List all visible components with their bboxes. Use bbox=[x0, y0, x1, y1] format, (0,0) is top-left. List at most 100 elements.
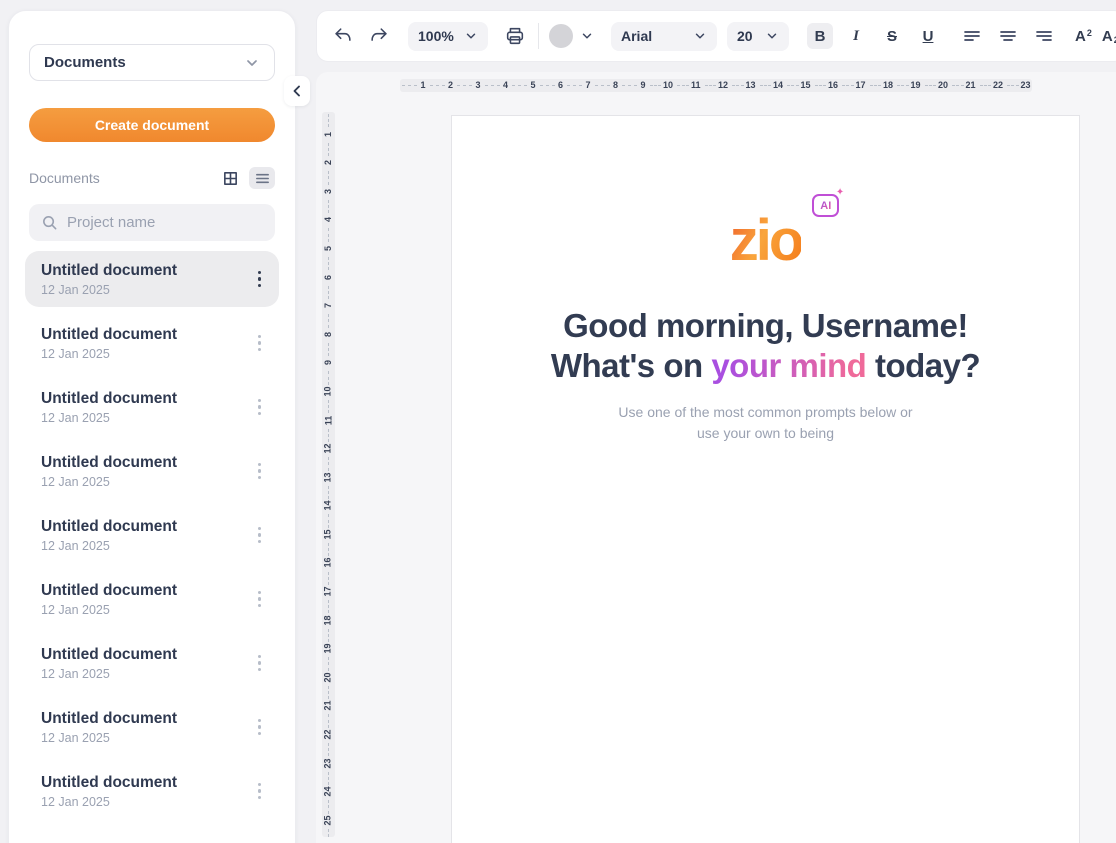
list-view-icon[interactable] bbox=[249, 167, 275, 189]
italic-button[interactable]: I bbox=[843, 23, 869, 49]
toolbar-divider bbox=[538, 23, 539, 49]
document-list-item[interactable]: Untitled document 12 Jan 2025 bbox=[25, 443, 279, 499]
ruler-cell: 23 bbox=[1005, 79, 1032, 92]
document-list-item[interactable]: Untitled document 12 Jan 2025 bbox=[25, 571, 279, 627]
document-list-item[interactable]: Untitled document 12 Jan 2025 bbox=[25, 699, 279, 755]
greeting-heading: Good morning, Username! What's on your m… bbox=[452, 306, 1079, 387]
search-icon bbox=[41, 214, 58, 231]
font-family-value: Arial bbox=[621, 28, 652, 44]
editor-canvas: 1234567891011121314151617181920212223 12… bbox=[316, 72, 1116, 843]
text-color-swatch[interactable] bbox=[549, 24, 573, 48]
document-title: Untitled document bbox=[41, 261, 177, 280]
ruler-cell: 23 bbox=[322, 741, 335, 770]
sparkle-icon: ✦ bbox=[836, 187, 844, 198]
kebab-menu-icon[interactable] bbox=[254, 459, 266, 484]
ruler-cell: 18 bbox=[322, 598, 335, 627]
greeting-subtitle: Use one of the most common prompts below… bbox=[452, 402, 1079, 444]
ruler-cell: 16 bbox=[322, 541, 335, 570]
zio-logo: zio AI ✦ bbox=[730, 212, 802, 270]
ruler-cell: 22 bbox=[978, 79, 1006, 92]
color-chevron-down-icon[interactable] bbox=[579, 23, 595, 49]
kebab-menu-icon[interactable] bbox=[254, 587, 266, 612]
ruler-cell: 1 bbox=[400, 79, 428, 92]
zio-logo-text: zio bbox=[730, 208, 802, 273]
zoom-value: 100% bbox=[418, 28, 454, 44]
subtitle-line2: use your own to being bbox=[452, 423, 1079, 444]
kebab-menu-icon[interactable] bbox=[254, 267, 266, 292]
view-toggles bbox=[217, 167, 275, 189]
strikethrough-button[interactable]: S bbox=[879, 23, 905, 49]
underline-button[interactable]: U bbox=[915, 23, 941, 49]
superscript-base: A bbox=[1075, 28, 1086, 45]
ruler-cell: 5 bbox=[510, 79, 538, 92]
document-list-item[interactable]: Untitled document 12 Jan 2025 bbox=[25, 315, 279, 371]
document-date: 12 Jan 2025 bbox=[41, 475, 177, 489]
kebab-menu-icon[interactable] bbox=[254, 331, 266, 356]
ruler-cell: 7 bbox=[565, 79, 593, 92]
print-icon[interactable] bbox=[502, 23, 528, 49]
document-title: Untitled document bbox=[41, 581, 177, 600]
grid-view-icon[interactable] bbox=[217, 167, 243, 189]
font-family-dropdown[interactable]: Arial bbox=[611, 22, 717, 51]
workspace-dropdown[interactable]: Documents bbox=[29, 44, 275, 81]
kebab-menu-icon[interactable] bbox=[254, 523, 266, 548]
kebab-menu-icon[interactable] bbox=[254, 715, 266, 740]
sidebar-collapse-button[interactable] bbox=[284, 76, 310, 106]
ruler-cell: 20 bbox=[923, 79, 951, 92]
subtitle-line1: Use one of the most common prompts below… bbox=[452, 402, 1079, 423]
align-center-icon[interactable] bbox=[995, 23, 1021, 49]
subscript-button[interactable]: A2 bbox=[1102, 28, 1116, 45]
ruler-cell: 21 bbox=[950, 79, 978, 92]
vertical-ruler: 1234567891011121314151617181920212223242… bbox=[322, 112, 335, 837]
greeting-line2-highlight: your mind bbox=[711, 347, 866, 384]
kebab-menu-icon[interactable] bbox=[254, 779, 266, 804]
document-list-item[interactable]: Untitled document 12 Jan 2025 bbox=[25, 507, 279, 563]
workspace-dropdown-label: Documents bbox=[44, 54, 126, 71]
document-list-item[interactable]: Untitled document 12 Jan 2025 bbox=[25, 251, 279, 307]
greeting-line2: What's on your mind today? bbox=[452, 346, 1079, 386]
chevron-down-icon bbox=[244, 55, 260, 71]
ruler-cell: 9 bbox=[322, 341, 335, 370]
ruler-cell: 13 bbox=[322, 455, 335, 484]
ruler-cell: 4 bbox=[322, 198, 335, 227]
document-list-item[interactable]: Untitled document 12 Jan 2025 bbox=[25, 635, 279, 691]
create-document-button[interactable]: Create document bbox=[29, 108, 275, 142]
document-list-item[interactable]: Untitled document 12 Jan 2025 bbox=[25, 379, 279, 435]
zoom-dropdown[interactable]: 100% bbox=[408, 22, 488, 51]
document-item-text: Untitled document 12 Jan 2025 bbox=[41, 261, 177, 297]
superscript-digit: 2 bbox=[1087, 28, 1092, 38]
ruler-cell: 7 bbox=[322, 284, 335, 313]
ruler-cell: 10 bbox=[648, 79, 676, 92]
ruler-cell: 15 bbox=[322, 512, 335, 541]
document-date: 12 Jan 2025 bbox=[41, 795, 177, 809]
document-date: 12 Jan 2025 bbox=[41, 283, 177, 297]
undo-icon[interactable] bbox=[330, 23, 356, 49]
kebab-menu-icon[interactable] bbox=[254, 395, 266, 420]
sidebar: Documents Create document Documents Unti… bbox=[8, 10, 296, 843]
ruler-cell: 15 bbox=[785, 79, 813, 92]
ruler-cell: 24 bbox=[322, 770, 335, 799]
document-list-item[interactable]: Untitled document 12 Jan 2025 bbox=[25, 763, 279, 819]
document-title: Untitled document bbox=[41, 645, 177, 664]
horizontal-ruler: 1234567891011121314151617181920212223 bbox=[400, 79, 1032, 92]
document-date: 12 Jan 2025 bbox=[41, 731, 177, 745]
align-right-icon[interactable] bbox=[1031, 23, 1057, 49]
font-size-value: 20 bbox=[737, 28, 753, 44]
ruler-cell: 19 bbox=[322, 627, 335, 656]
kebab-menu-icon[interactable] bbox=[254, 651, 266, 676]
document-date: 12 Jan 2025 bbox=[41, 603, 177, 617]
documents-section-header: Documents bbox=[29, 167, 275, 189]
document-item-text: Untitled document 12 Jan 2025 bbox=[41, 517, 177, 553]
ruler-cell: 11 bbox=[322, 398, 335, 427]
ruler-cell: 4 bbox=[483, 79, 511, 92]
search-box[interactable] bbox=[29, 204, 275, 241]
font-size-dropdown[interactable]: 20 bbox=[727, 22, 789, 51]
redo-icon[interactable] bbox=[366, 23, 392, 49]
ruler-cell: 8 bbox=[593, 79, 621, 92]
search-input[interactable] bbox=[67, 214, 266, 231]
document-page[interactable]: zio AI ✦ Good morning, Username! What's … bbox=[451, 115, 1080, 843]
align-left-icon[interactable] bbox=[959, 23, 985, 49]
bold-button[interactable]: B bbox=[807, 23, 833, 49]
document-item-text: Untitled document 12 Jan 2025 bbox=[41, 709, 177, 745]
superscript-button[interactable]: A2 bbox=[1075, 28, 1092, 45]
